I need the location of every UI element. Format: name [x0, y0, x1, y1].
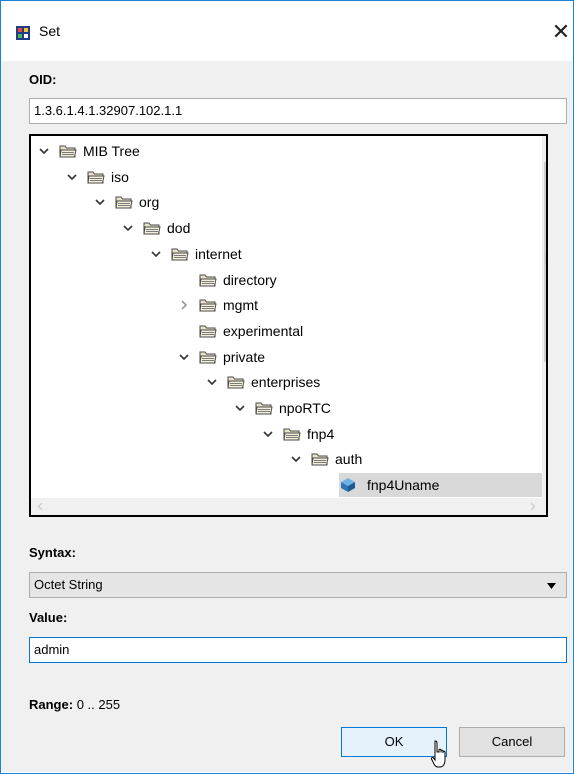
syntax-selected-value: Octet String [34, 577, 103, 592]
chevron-right-icon[interactable] [179, 300, 189, 310]
chevron-down-icon[interactable] [67, 172, 77, 182]
tree-node-label: directory [223, 271, 277, 288]
scrollbar-corner [542, 498, 546, 515]
horizontal-scrollbar-graphic [37, 502, 536, 511]
syntax-select[interactable]: Octet String [29, 572, 567, 598]
folder-icon [283, 428, 301, 441]
tree-node-label: fnp4Uname [367, 477, 440, 494]
tree-node-label: auth [335, 451, 363, 468]
range-label: Range: [29, 697, 74, 712]
chevron-down-icon[interactable] [123, 223, 133, 233]
chevron-down-icon[interactable] [95, 197, 105, 207]
tree-node-label: internet [195, 245, 242, 262]
tree-node-label: iso [111, 168, 129, 185]
syntax-label: Syntax: [29, 545, 76, 560]
oid-label: OID: [29, 72, 57, 87]
window-title: Set [39, 23, 61, 39]
chevron-down-icon[interactable] [263, 429, 273, 439]
tree-node-label: mgmt [223, 297, 258, 314]
tree-node-label: fnp4 [307, 425, 335, 442]
tree-node-label: dod [167, 220, 191, 237]
folder-icon [59, 145, 77, 158]
tree-node-label: npoRTC [279, 400, 331, 416]
tree-node-label: experimental [223, 322, 304, 339]
folder-icon [87, 171, 105, 184]
close-icon[interactable]: ✕ [546, 17, 574, 47]
folder-icon [199, 325, 217, 338]
vertical-scrollbar-graphic [544, 162, 546, 362]
mouse-cursor-icon [430, 740, 446, 768]
value-input[interactable]: admin [29, 637, 567, 663]
vertical-scrollbar[interactable] [542, 136, 546, 498]
horizontal-scrollbar[interactable] [31, 498, 542, 515]
folder-icon [311, 453, 329, 466]
chevron-down-icon[interactable] [235, 403, 245, 413]
folder-icon [143, 222, 161, 235]
range-value: 0 .. 255 [76, 697, 121, 712]
range-line: Range: 0 .. 255 [29, 697, 120, 712]
folder-icon [227, 376, 245, 389]
chevron-down-icon[interactable] [151, 249, 161, 259]
folder-icon [115, 196, 133, 209]
dropdown-arrow-icon [547, 583, 556, 589]
chevron-down-icon[interactable] [207, 377, 217, 387]
value-label: Value: [29, 610, 68, 625]
tree-node[interactable]: fnp4Uname [339, 473, 542, 498]
mib-tree[interactable]: MIB Tree iso org dod internet directory mgmt ex… [29, 134, 548, 517]
cancel-button[interactable]: Cancel [459, 727, 565, 757]
tree-node-label: org [139, 194, 160, 211]
title-bar[interactable]: Set ✕ [1, 1, 573, 61]
folder-icon [171, 248, 189, 261]
leaf-object-icon [341, 478, 355, 493]
folder-icon [199, 299, 217, 312]
tree-node-label: enterprises [251, 374, 321, 391]
app-icon [16, 26, 30, 40]
chevron-down-icon[interactable] [179, 352, 189, 362]
chevron-down-icon[interactable] [291, 454, 301, 464]
tree-node-label: MIB Tree [83, 143, 140, 159]
chevron-down-icon[interactable] [39, 146, 49, 156]
folder-icon [199, 351, 217, 364]
folder-icon [199, 274, 217, 286]
folder-icon [255, 402, 273, 415]
oid-field[interactable]: 1.3.6.1.4.1.32907.102.1.1 [29, 98, 567, 124]
tree-node-label: private [223, 348, 266, 365]
